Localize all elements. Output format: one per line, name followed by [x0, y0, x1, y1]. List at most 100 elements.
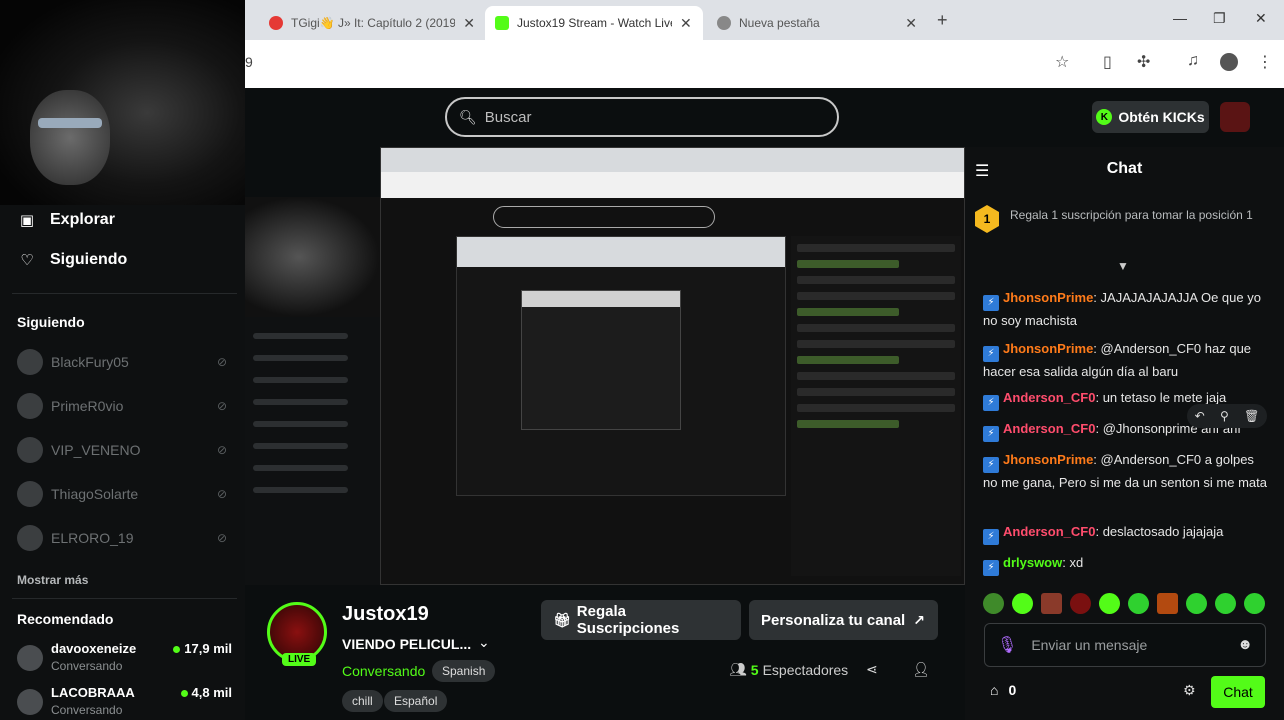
tab-title: Nueva pestaña — [739, 16, 820, 30]
address-bar[interactable]: 9 — [245, 40, 1284, 88]
emote-icon[interactable] — [1012, 593, 1033, 614]
emote-icon[interactable] — [1244, 593, 1265, 614]
kicks-icon: K — [1096, 109, 1113, 125]
channel-name: ThiagoSolarte — [51, 486, 139, 502]
chat-text: un tetaso le mete jaja — [1102, 390, 1227, 405]
browser-tab-1[interactable]: TGigi👋 J» It: Capítulo 2 (2019) ✕ — [259, 6, 485, 40]
browser-tab-3[interactable]: Nueva pestaña ✕ — [707, 6, 927, 40]
channel-points[interactable]: ⌂ 0 — [990, 682, 1016, 698]
following-item[interactable]: VIP_VENENO ⊘ — [17, 436, 227, 464]
badge-icon: ⚡ — [983, 346, 999, 362]
add-user-icon[interactable]: 👤︎ — [912, 661, 930, 678]
chat-username[interactable]: Anderson_CF0 — [1003, 421, 1095, 436]
following-item[interactable]: ELRORO_19 ⊘ — [17, 524, 227, 552]
emote-icon[interactable] — [1070, 593, 1091, 614]
chat-input[interactable]: 🎙︎ ☻ — [984, 623, 1266, 667]
chevron-down-icon[interactable]: ⌄ — [478, 634, 490, 651]
media-icon[interactable]: ♫ — [1187, 52, 1199, 70]
gift-box-icon: ⌂ — [990, 682, 999, 698]
pin-icon[interactable]: ⚲ — [1220, 409, 1229, 423]
close-window-icon[interactable]: ✕ — [1255, 10, 1267, 27]
chat-username[interactable]: JhonsonPrime — [1003, 452, 1093, 467]
chat-text: xd — [1069, 555, 1084, 570]
gear-icon[interactable]: ⚙ — [1183, 682, 1196, 699]
avatar — [17, 349, 43, 375]
chat-message[interactable]: ⚡ JhonsonPrime: @Anderson_CF0 haz que hac… — [983, 339, 1268, 382]
emoji-icon[interactable]: ☻ — [1237, 636, 1253, 653]
tag-chip[interactable]: chill — [342, 690, 383, 712]
menu-dots-icon[interactable]: ⋮ — [1257, 52, 1273, 72]
following-item[interactable]: PrimeR0vio ⊘ — [17, 392, 227, 420]
tag-chip[interactable]: Spanish — [432, 660, 496, 682]
recommended-item[interactable]: LACOBRAAA Conversando 4,8 mil — [17, 685, 232, 720]
close-tab-icon[interactable]: ✕ — [680, 15, 692, 32]
chat-username[interactable]: JhonsonPrime — [1003, 290, 1093, 305]
viewers-count: 5 — [750, 661, 759, 678]
extensions-icon[interactable]: ✣ — [1137, 52, 1150, 72]
chat-username[interactable]: Anderson_CF0 — [1003, 390, 1095, 405]
close-tab-icon[interactable]: ✕ — [905, 15, 917, 32]
chat-message[interactable]: ⚡ drlyswow: xd — [983, 553, 1268, 576]
maximize-icon[interactable]: ❐ — [1213, 10, 1226, 27]
share-icon[interactable]: ⋖ — [866, 661, 878, 678]
search-input[interactable]: 🔍︎ Buscar — [445, 97, 839, 137]
emote-icon[interactable] — [1215, 593, 1236, 614]
emote-icon[interactable] — [1099, 593, 1120, 614]
nav-explore[interactable]: ▣ Explorar — [18, 211, 115, 229]
chat-message[interactable]: ⚡ Anderson_CF0: deslactosado jajajaja — [983, 522, 1268, 545]
chat-message[interactable]: ⚡ JhonsonPrime: @Anderson_CF0 a golpes no… — [983, 450, 1268, 493]
emote-icon[interactable] — [1186, 593, 1207, 614]
chat-username[interactable]: JhonsonPrime — [1003, 341, 1093, 356]
following-item[interactable]: ThiagoSolarte ⊘ — [17, 480, 227, 508]
heart-icon: ♡ — [20, 252, 34, 269]
get-kicks-button[interactable]: K Obtén KICKs — [1092, 101, 1209, 133]
offline-icon: ⊘ — [216, 355, 227, 369]
avatar — [17, 689, 43, 715]
pinned-collapse-icon[interactable]: ▼ — [1117, 259, 1129, 273]
emote-icon[interactable] — [983, 593, 1004, 614]
video-player[interactable] — [245, 147, 965, 585]
new-tab-button[interactable]: + — [937, 10, 948, 31]
badge-icon: ⚡ — [983, 457, 999, 473]
emote-icon[interactable] — [1041, 593, 1062, 614]
offline-icon: ⊘ — [216, 487, 227, 501]
nav-following[interactable]: ♡ Siguiendo — [18, 251, 127, 269]
microphone-icon[interactable]: 🎙︎ — [997, 635, 1017, 655]
chat-message-field[interactable] — [1031, 637, 1232, 653]
following-item[interactable]: BlackFury05 ⊘ — [17, 348, 227, 376]
offline-icon: ⊘ — [216, 399, 227, 413]
tag-chip[interactable]: Español — [384, 690, 448, 712]
avatar — [17, 437, 43, 463]
sub-leaderboard-banner[interactable]: Regala 1 suscripción para tomar la posic… — [1010, 208, 1260, 222]
chat-message[interactable]: ⚡ JhonsonPrime: JAJAJAJAJAJJA Oe que yo n… — [983, 288, 1268, 331]
browser-tab-2[interactable]: Justox19 Stream - Watch Live o ✕ — [485, 6, 703, 40]
profile-avatar[interactable] — [1220, 53, 1238, 71]
viewer-count: 4,8 mil — [180, 685, 232, 700]
viewer-count: 17,9 mil — [173, 641, 232, 656]
chat-username[interactable]: drlyswow — [1003, 555, 1062, 570]
channel-category: Conversando — [51, 703, 123, 717]
emote-icon[interactable] — [1157, 593, 1178, 614]
gift-subs-button[interactable]: 🎁︎ Regala Suscripciones — [541, 600, 741, 640]
show-more-link[interactable]: Mostrar más — [17, 573, 88, 587]
nested-webcam — [245, 197, 380, 317]
search-placeholder: Buscar — [484, 108, 532, 126]
avatar — [17, 393, 43, 419]
user-avatar[interactable] — [1220, 102, 1250, 132]
close-tab-icon[interactable]: ✕ — [463, 15, 475, 32]
chrome-favicon-icon — [717, 16, 731, 30]
emote-icon[interactable] — [1128, 593, 1149, 614]
recommended-item[interactable]: davooxeneize Conversando 17,9 mil — [17, 641, 232, 677]
document-icon[interactable]: ▯ — [1103, 52, 1112, 72]
badge-icon: ⚡ — [983, 426, 999, 442]
minimize-icon[interactable]: — — [1173, 10, 1187, 26]
streamer-name[interactable]: Justox19 — [342, 603, 429, 626]
live-dot-icon — [173, 646, 181, 654]
chat-username[interactable]: Anderson_CF0 — [1003, 524, 1095, 539]
reply-icon[interactable]: ↶ — [1195, 409, 1205, 423]
send-chat-button[interactable]: Chat — [1211, 676, 1265, 708]
customize-channel-button[interactable]: Personaliza tu canal ↗ — [749, 600, 938, 640]
delete-icon[interactable]: 🗑︎ — [1244, 409, 1259, 423]
stream-category[interactable]: Conversando — [342, 663, 425, 679]
bookmark-star-icon[interactable]: ☆ — [1055, 52, 1069, 72]
